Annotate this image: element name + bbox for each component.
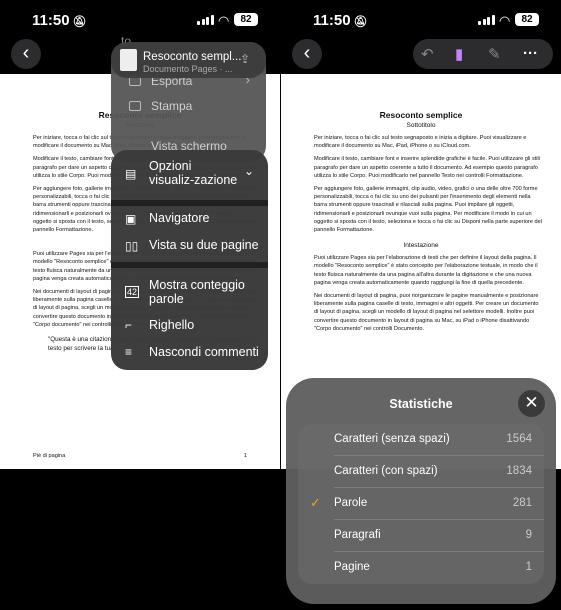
stat-label: Paragrafi — [334, 529, 381, 541]
two-pages-icon: ▯▯ — [125, 239, 139, 253]
doc-heading: Intestazione — [403, 242, 439, 250]
comments-icon: ≡ — [125, 345, 133, 359]
back-button[interactable]: ‹ — [11, 39, 41, 69]
signal-icon — [478, 15, 495, 25]
stat-value: 281 — [512, 497, 532, 509]
doc-subtitle: Sottotitolo — [406, 122, 436, 129]
doc-paragraph: Per aggiungere foto, gallerie immagini, … — [314, 186, 542, 234]
right-screen: 11:50 🔕︎ ◠ 82 ‹ ↶ ▮ ✎ ··· Resoconto sempl… — [281, 0, 561, 610]
wifi-icon: ◠ — [218, 13, 230, 28]
toolbar: ↶ ▮ ✎ ··· — [413, 39, 553, 69]
menu-ruler[interactable]: Righello — [149, 318, 194, 332]
statistics-title: Statistiche — [389, 397, 453, 411]
status-time: 11:50 🔕︎ — [32, 12, 87, 29]
menu-two-pages[interactable]: Vista su due pagine — [149, 238, 259, 252]
paste-icon[interactable]: ▮ — [455, 45, 463, 63]
doc-paragraph: Per iniziare, tocca o fai clic sul testo… — [314, 135, 527, 150]
doc-paragraph: Modificare il testo, cambiare font e ins… — [314, 156, 541, 179]
close-icon: ✕ — [524, 393, 539, 412]
header-doc-subtitle: Documento Pages · ... — [143, 64, 233, 74]
stat-label: Parole — [334, 497, 368, 509]
doc-footer: Piè di pagina 1 — [33, 453, 247, 459]
stat-label: Caratteri (con spazi) — [334, 465, 438, 477]
menu-navigator[interactable]: Navigatore — [149, 211, 209, 225]
menu-separator — [111, 262, 268, 268]
ruler-icon: ⌐ — [125, 318, 133, 332]
menu-word-count[interactable]: Mostra conteggio parole — [149, 278, 259, 306]
navigator-icon: ▣ — [125, 212, 137, 226]
doc-paragraph: Nei documenti di layout di pagina, puoi … — [314, 293, 539, 332]
undo-icon[interactable]: ↶ — [421, 45, 434, 63]
sidebar-icon: ▤ — [125, 167, 137, 181]
battery-indicator: 82 — [515, 13, 539, 26]
chevron-down-icon: ⌄ — [243, 164, 254, 178]
document-thumbnail — [120, 49, 137, 71]
stat-value: 1834 — [506, 465, 532, 477]
bg-menu-print[interactable]: Stampa — [151, 99, 192, 113]
stat-row[interactable]: Pagine 1 — [298, 552, 544, 584]
statistics-list: Caratteri (senza spazi) 1564 Caratteri (… — [298, 424, 544, 584]
battery-indicator: 82 — [234, 13, 258, 26]
footer-text: Piè di pagina — [33, 453, 66, 459]
doc-title: Resoconto semplice — [379, 110, 463, 120]
menu-hide-comments[interactable]: Nascondi commenti — [149, 345, 259, 359]
checkmark-icon: ✓ — [310, 495, 321, 510]
stat-label: Pagine — [334, 561, 370, 573]
share-icon[interactable]: ⇪ — [240, 52, 256, 68]
bottom-area — [0, 469, 280, 610]
stat-row[interactable]: Caratteri (con spazi) 1834 — [298, 456, 544, 488]
status-bar: 11:50 🔕︎ ◠ 82 — [0, 0, 280, 40]
stat-row[interactable]: Paragrafi 9 — [298, 520, 544, 552]
mute-bell-icon: 🔕︎ — [72, 16, 87, 28]
mute-bell-icon: 🔕︎ — [353, 16, 368, 28]
stat-value: 1564 — [506, 433, 532, 445]
back-button[interactable]: ‹ — [292, 39, 322, 69]
document-header-card[interactable]: Resoconto sempl... Documento Pages · ...… — [111, 42, 266, 78]
status-bar: 11:50 🔕︎ ◠ 82 — [281, 0, 561, 40]
stat-value: 1 — [525, 561, 532, 573]
paintbrush-icon[interactable]: ✎ — [488, 45, 501, 63]
wifi-icon: ◠ — [499, 13, 511, 28]
menu-view-options[interactable]: Opzioni visualiz-zazione — [149, 159, 239, 187]
stat-row[interactable]: Caratteri (senza spazi) 1564 — [298, 424, 544, 456]
stat-value: 9 — [525, 529, 532, 541]
print-icon — [129, 101, 141, 111]
back-icon: ‹ — [303, 42, 311, 64]
menu-separator — [111, 200, 268, 206]
header-doc-title: Resoconto sempl... — [143, 51, 242, 63]
signal-icon — [197, 15, 214, 25]
status-time: 11:50 🔕︎ — [313, 12, 368, 29]
view-options-menu: ▤ Opzioni visualiz-zazione ⌄ ▣ Navigator… — [111, 150, 268, 370]
doc-paragraph: Puoi utilizzare Pages sia per l'elaboraz… — [314, 255, 538, 286]
close-button[interactable]: ✕ — [518, 390, 545, 417]
more-icon[interactable]: ··· — [523, 45, 538, 62]
page-number: 1 — [243, 453, 247, 459]
stat-row[interactable]: ✓ Parole 281 — [298, 488, 544, 520]
stat-label: Caratteri (senza spazi) — [334, 433, 450, 445]
word-count-icon: 42 — [125, 286, 140, 298]
left-screen: 11:50🔕︎ ◠ 82 ‹ Resoconto semplice Sottot… — [0, 0, 280, 610]
statistics-panel: Statistiche ✕ Caratteri (senza spazi) 15… — [286, 378, 556, 604]
back-icon: ‹ — [22, 42, 30, 64]
